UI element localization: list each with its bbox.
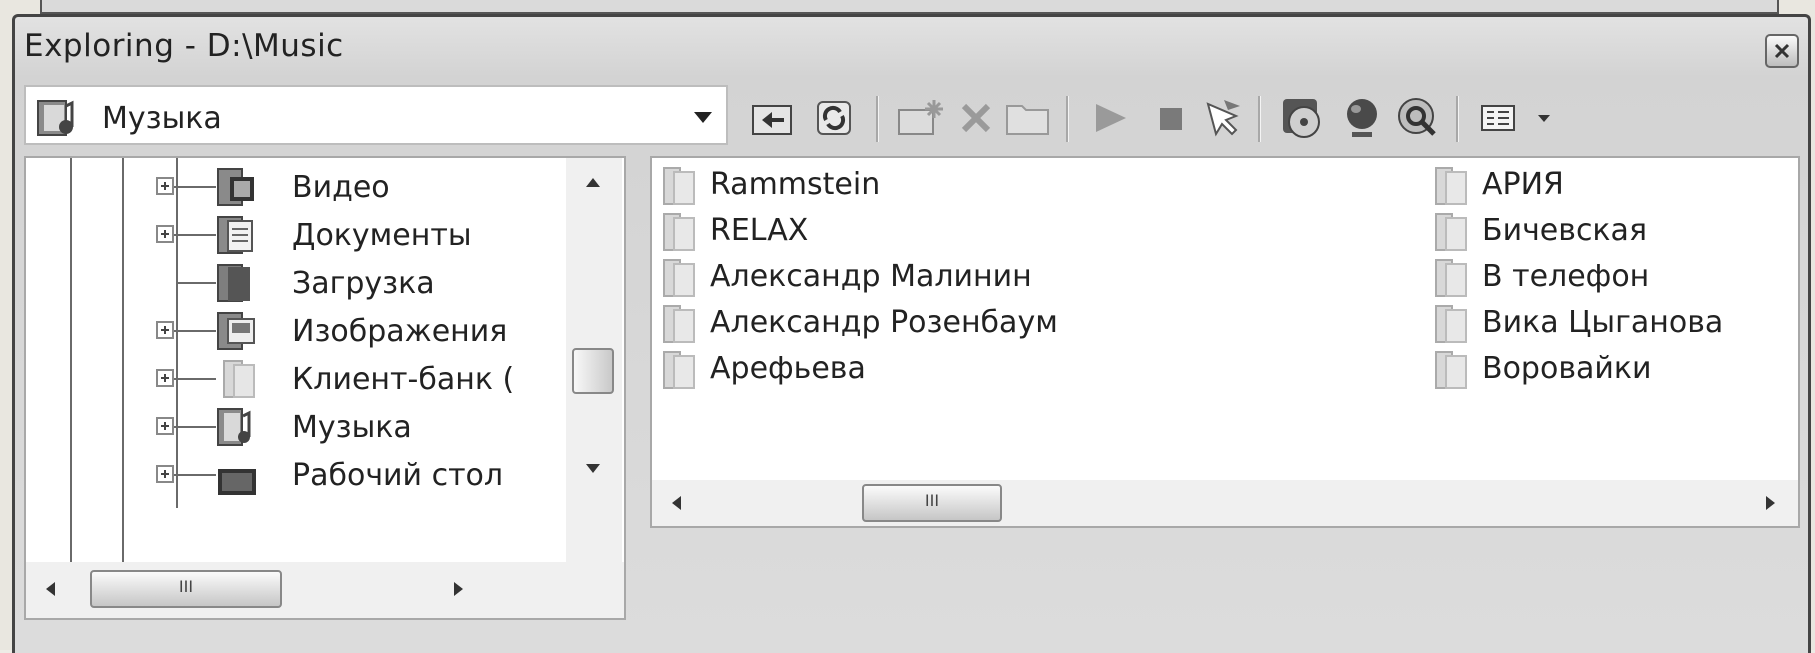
tree-item-music[interactable]: Музыка: [26, 402, 566, 452]
folder-icon: [1006, 105, 1049, 135]
up-folder-button[interactable]: [748, 94, 796, 142]
tree-item-label: Документы: [292, 218, 472, 253]
folder-icon: [663, 167, 695, 205]
chevron-down-icon[interactable]: [694, 112, 712, 123]
scroll-down-icon[interactable]: [586, 464, 600, 473]
music-folder-icon: [37, 100, 74, 136]
scroll-right-icon[interactable]: [454, 582, 463, 596]
tree-item-label: Музыка: [292, 410, 412, 445]
folder-icon: [663, 305, 695, 343]
desktop-folder-icon: [218, 469, 256, 495]
tree-item-images[interactable]: Изображения: [26, 306, 566, 356]
folder-icon: [663, 213, 695, 251]
expand-icon[interactable]: [156, 465, 174, 483]
stop-icon: [1160, 108, 1182, 130]
folder-icon: [1435, 351, 1467, 389]
new-folder-icon: [898, 100, 943, 135]
scroll-thumb[interactable]: III: [90, 570, 282, 608]
search-disc-icon: [1398, 98, 1436, 136]
expand-icon[interactable]: [156, 321, 174, 339]
music-folder-icon: [217, 408, 251, 446]
tree-item-label: Рабочий стол: [292, 458, 504, 493]
toolbar: [740, 90, 1800, 146]
scroll-right-icon[interactable]: [1766, 496, 1775, 510]
close-icon: [1774, 43, 1790, 59]
scroll-thumb[interactable]: [572, 348, 614, 394]
select-icon: [1206, 100, 1240, 137]
file-name: Воровайки: [1482, 351, 1652, 386]
expand-icon[interactable]: [156, 369, 174, 387]
folder-icon: [663, 351, 695, 389]
globe-icon: [1347, 99, 1377, 137]
file-name: Александр Розенбаум: [710, 305, 1058, 340]
toolbar-separator: [876, 96, 879, 142]
expand-icon[interactable]: [156, 225, 174, 243]
folder-icon: [223, 360, 255, 398]
tree-item-label: Загрузка: [292, 266, 435, 301]
tree-item-client-bank[interactable]: Клиент-банк (: [26, 354, 566, 404]
play-icon: [1096, 104, 1126, 132]
tree-connector: [176, 282, 216, 284]
images-folder-icon: [217, 312, 255, 350]
tree-item-downloads[interactable]: Загрузка: [26, 258, 566, 308]
refresh-button[interactable]: [810, 94, 858, 142]
folder-icon: [1435, 305, 1467, 343]
file-name: В телефон: [1482, 259, 1650, 294]
file-name: Арефьева: [710, 351, 866, 386]
disc-button[interactable]: [1278, 94, 1326, 142]
file-name: Rammstein: [710, 167, 881, 202]
folder-tree[interactable]: Видео Документы Загрузка Изображения Кли…: [24, 156, 626, 620]
file-name: Александр Малинин: [710, 259, 1032, 294]
background-window-edge: [40, 0, 1779, 14]
address-value: Музыка: [102, 101, 222, 136]
folder-icon: [1435, 213, 1467, 251]
delete-button[interactable]: [952, 94, 1000, 142]
list-horizontal-scrollbar[interactable]: III: [652, 480, 1798, 526]
toolbar-separator: [1066, 96, 1069, 142]
folder-icon: [1435, 259, 1467, 297]
tree-item-desktop[interactable]: Рабочий стол: [26, 450, 566, 500]
expand-icon[interactable]: [156, 177, 174, 195]
file-name: Вика Цыганова: [1482, 305, 1724, 340]
file-name: Бичевская: [1482, 213, 1647, 248]
address-combobox[interactable]: Музыка: [24, 85, 728, 145]
delete-icon: [961, 103, 991, 133]
folder-icon: [663, 259, 695, 297]
scroll-left-icon[interactable]: [672, 496, 681, 510]
disc-icon: [1283, 99, 1320, 138]
view-icon: [1481, 105, 1550, 131]
documents-folder-icon: [217, 216, 253, 254]
select-button[interactable]: [1198, 94, 1246, 142]
file-name: RELAX: [710, 213, 809, 248]
tree-item-label: Клиент-банк (: [292, 362, 515, 397]
downloads-folder-icon: [217, 264, 250, 302]
file-name: АРИЯ: [1482, 167, 1564, 202]
globe-button[interactable]: [1338, 94, 1386, 142]
folder-button[interactable]: [1004, 94, 1052, 142]
view-menu-button[interactable]: [1478, 94, 1558, 142]
search-disc-button[interactable]: [1394, 94, 1442, 142]
scroll-left-icon[interactable]: [46, 582, 55, 596]
up-folder-icon: [752, 105, 792, 135]
folder-icon: [1435, 167, 1467, 205]
tree-item-label: Видео: [292, 170, 390, 205]
window-title: Exploring - D:\Music: [24, 28, 344, 64]
play-button[interactable]: [1086, 94, 1134, 142]
toolbar-separator: [1258, 96, 1261, 142]
new-folder-button[interactable]: [896, 94, 944, 142]
refresh-icon: [817, 101, 851, 135]
file-list[interactable]: Rammstein RELAX Александр Малинин Алекса…: [650, 156, 1800, 528]
tree-item-video[interactable]: Видео: [26, 162, 566, 212]
toolbar-separator: [1456, 96, 1459, 142]
close-button[interactable]: [1765, 34, 1799, 68]
tree-vertical-scrollbar[interactable]: [566, 158, 622, 562]
video-folder-icon: [217, 168, 254, 206]
expand-icon[interactable]: [156, 417, 174, 435]
scroll-up-icon[interactable]: [586, 178, 600, 187]
tree-item-label: Изображения: [292, 314, 508, 349]
stop-button[interactable]: [1146, 94, 1194, 142]
scroll-thumb[interactable]: III: [862, 484, 1002, 522]
tree-item-documents[interactable]: Документы: [26, 210, 566, 260]
tree-horizontal-scrollbar[interactable]: III: [26, 562, 624, 618]
